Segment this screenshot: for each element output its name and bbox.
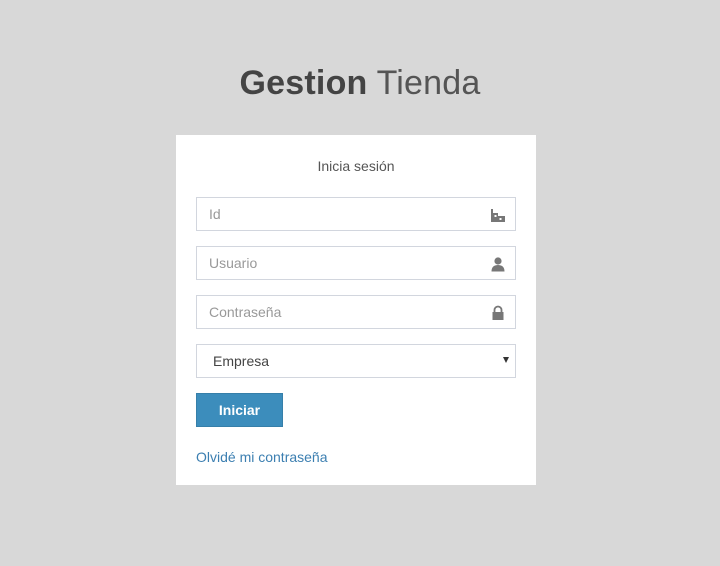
company-select[interactable]: Empresa xyxy=(196,344,516,378)
password-field-group xyxy=(196,295,516,329)
user-field-group xyxy=(196,246,516,280)
lock-icon xyxy=(490,305,506,321)
username-input[interactable] xyxy=(197,247,515,279)
id-input[interactable] xyxy=(197,198,515,230)
id-field-group xyxy=(196,197,516,231)
login-message: Inicia sesión xyxy=(317,158,395,174)
password-input[interactable] xyxy=(197,296,515,328)
login-button[interactable]: Iniciar xyxy=(196,393,283,427)
user-icon xyxy=(490,256,506,272)
company-select-value: Empresa xyxy=(213,353,270,369)
caret-down-icon xyxy=(503,357,509,363)
forgot-password-link[interactable]: Olvidé mi contraseña xyxy=(196,448,328,466)
logo-light-text: Tienda xyxy=(376,64,481,102)
app-logo: Gestion Tienda xyxy=(0,64,720,103)
logo-bold-text: Gestion xyxy=(239,64,368,102)
building-icon xyxy=(490,207,506,223)
login-box: Inicia sesión Id Usuario Empresa Iniciar… xyxy=(176,135,536,485)
